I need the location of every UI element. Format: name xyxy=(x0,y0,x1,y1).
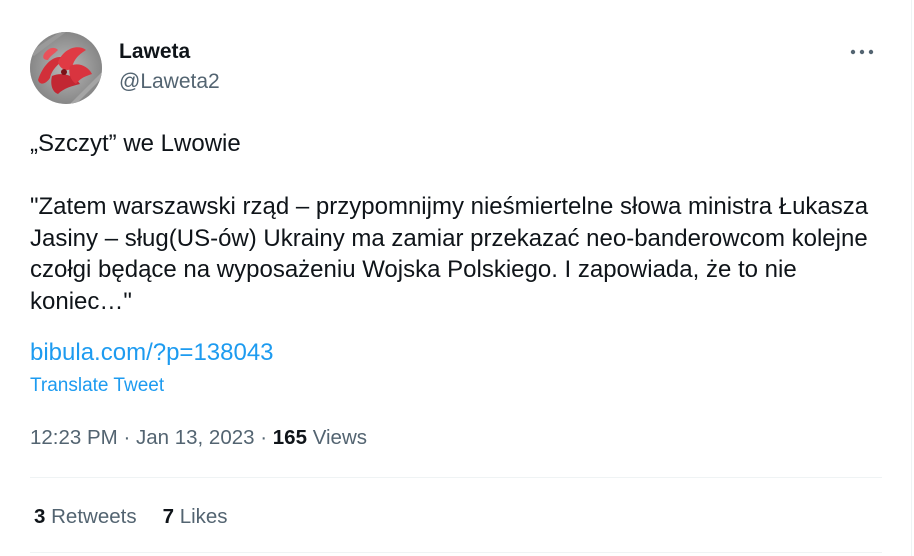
avatar[interactable] xyxy=(30,32,102,104)
tweet-header: Laweta @Laweta2 xyxy=(30,32,882,104)
views-count: 165 xyxy=(272,426,307,449)
more-options-button[interactable] xyxy=(844,40,880,64)
likes-label: Likes xyxy=(179,505,228,528)
retweets-stat[interactable]: 3 Retweets xyxy=(34,503,137,531)
divider xyxy=(30,477,882,478)
tweet-card: Laweta @Laweta2 „Szczyt” we Lwowie "Zate… xyxy=(0,0,912,556)
username-handle[interactable]: @Laweta2 xyxy=(119,70,220,94)
engagement-stats: 3 Retweets 7 Likes xyxy=(34,503,254,531)
divider xyxy=(30,552,882,553)
meta-separator: · xyxy=(123,426,131,449)
tweet-link[interactable]: bibula.com/?p=138043 xyxy=(30,337,274,368)
retweets-count: 3 xyxy=(34,505,46,528)
views-label: Views xyxy=(312,426,368,449)
tweet-date[interactable]: Jan 13, 2023 xyxy=(136,426,255,449)
tweet-meta: 12:23 PM · Jan 13, 2023 · 165 Views xyxy=(30,424,367,452)
more-dots-icon xyxy=(850,49,874,55)
tweet-text: „Szczyt” we Lwowie "Zatem warszawski rzą… xyxy=(30,130,869,315)
translate-tweet-button[interactable]: Translate Tweet xyxy=(30,374,164,398)
retweets-label: Retweets xyxy=(51,505,137,528)
meta-separator: · xyxy=(260,426,268,449)
likes-stat[interactable]: 7 Likes xyxy=(163,503,228,531)
tweet-time[interactable]: 12:23 PM xyxy=(30,426,118,449)
display-name[interactable]: Laweta xyxy=(119,40,190,64)
likes-count: 7 xyxy=(162,505,174,528)
avatar-image xyxy=(30,32,102,104)
